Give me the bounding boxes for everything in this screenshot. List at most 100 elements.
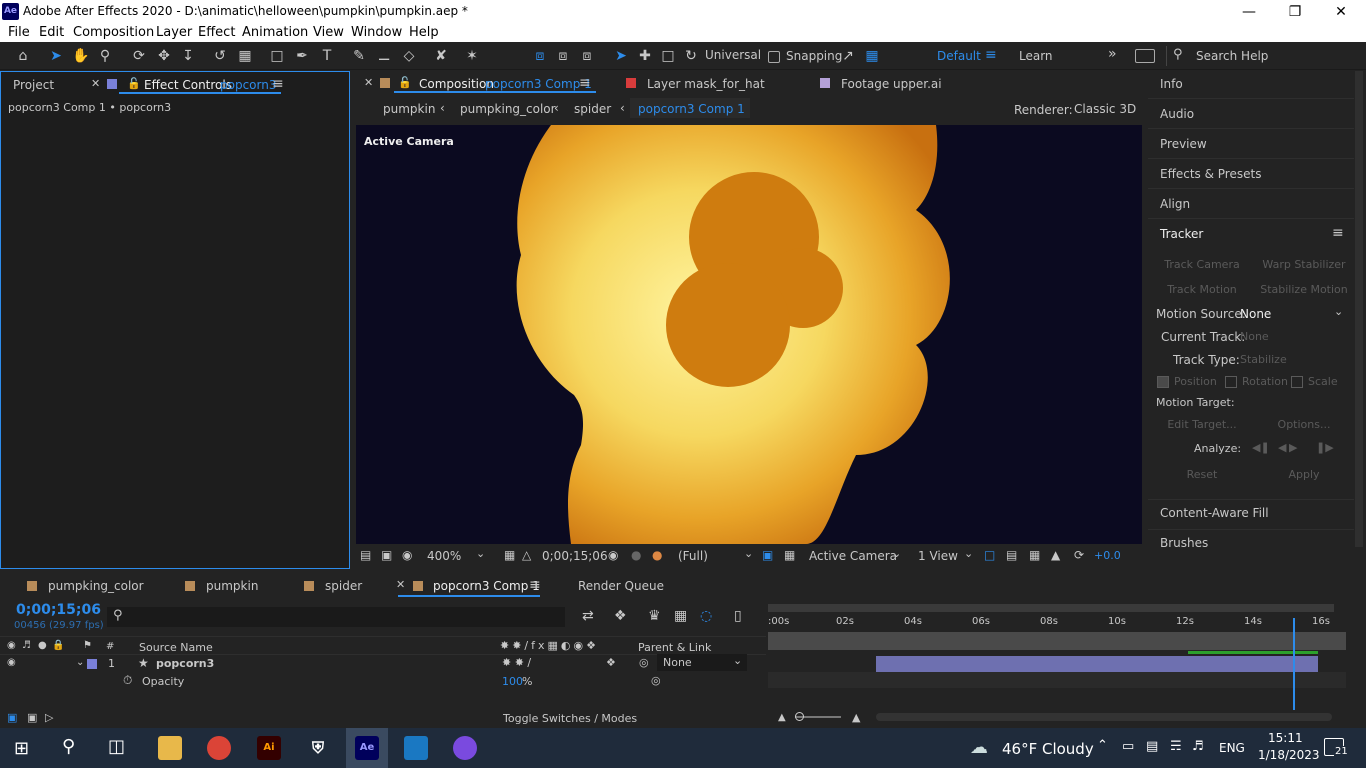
time-ruler[interactable] [768, 632, 1346, 650]
restore-button[interactable]: ❐ [1272, 2, 1318, 22]
resolution-select[interactable]: (Full) [678, 549, 708, 563]
nav-pumpkin[interactable]: pumpkin [383, 102, 435, 116]
section-preview[interactable]: Preview [1160, 137, 1207, 151]
app-window-icon[interactable] [404, 736, 428, 760]
dolly-camera-icon[interactable]: ↧ [179, 47, 197, 65]
network-icon[interactable]: ▤ [1146, 739, 1158, 754]
sync-settings-icon[interactable] [1135, 49, 1155, 63]
nav-pumpking-color[interactable]: pumpking_color [460, 102, 556, 116]
clock-date[interactable]: 1/18/2023 [1258, 748, 1320, 762]
toggle-pixel-icon[interactable]: □ [984, 548, 995, 562]
close-tab-icon[interactable]: ✕ [91, 77, 100, 90]
current-track-select[interactable]: None [1240, 330, 1269, 343]
property-pickwhip-icon[interactable]: ◎ [651, 674, 661, 687]
modes-pane-icon[interactable]: ▣ [27, 711, 37, 724]
opacity-value[interactable]: 100 [502, 675, 523, 688]
eraser-tool-icon[interactable]: ◇ [400, 47, 418, 65]
illustrator-icon[interactable]: Ai [257, 736, 281, 760]
right-panel-scrollbar[interactable] [1355, 71, 1363, 547]
snap-points-icon[interactable]: ▦ [863, 47, 881, 65]
menu-effect[interactable]: Effect [198, 25, 235, 40]
renderer-value[interactable]: Classic 3D [1074, 102, 1136, 116]
volume-icon[interactable]: ♬ [1192, 739, 1204, 754]
playhead[interactable] [1292, 618, 1295, 710]
tab-composition-name[interactable]: popcorn3 Comp 1 [485, 77, 592, 91]
chrome-icon[interactable] [207, 736, 231, 760]
zoom-tool-icon[interactable]: ⚲ [96, 47, 114, 65]
exposure-value[interactable]: +0.0 [1094, 549, 1121, 562]
security-shield-icon[interactable]: ⛨ [306, 736, 330, 760]
panel-menu-icon[interactable]: ≡ [529, 577, 541, 593]
eye-icon[interactable]: ◉ [7, 657, 16, 668]
viewer-timecode[interactable]: 0;00;15;06 [542, 549, 608, 563]
nav-popcorn3-comp[interactable]: popcorn3 Comp 1 [638, 102, 745, 116]
motion-source-select[interactable]: None [1240, 307, 1271, 321]
pickwhip-icon[interactable]: ◎ [639, 656, 649, 669]
hand-tool-icon[interactable]: ✋ [72, 47, 90, 65]
track-camera-button[interactable]: Track Camera [1154, 256, 1250, 274]
tab-popcorn3-comp[interactable]: popcorn3 Comp 1 [433, 579, 540, 593]
show-hidden-icons[interactable]: ⌃ [1097, 738, 1108, 753]
video-toggle-icon[interactable]: ◉ [7, 640, 16, 651]
menu-animation[interactable]: Animation [242, 25, 308, 40]
menu-edit[interactable]: Edit [39, 25, 64, 40]
parent-select[interactable]: None ⌄ [657, 654, 747, 671]
analyze-back-icon[interactable]: ◀ [1278, 441, 1286, 454]
layer-switches[interactable]: ✸ ✸ ∕ [502, 656, 531, 669]
panel-menu-icon[interactable]: ≡ [272, 76, 284, 92]
zoom-slider-handle[interactable] [795, 712, 804, 721]
reset-exposure-icon[interactable]: ⟳ [1074, 548, 1084, 562]
mask-visibility-icon[interactable]: ◉ [402, 548, 412, 562]
show-snapshot-icon[interactable]: ● [631, 548, 641, 562]
reset-button[interactable]: Reset [1154, 466, 1250, 484]
local-axis-icon[interactable]: ⧈ [531, 47, 549, 65]
rotate-gizmo-icon[interactable]: ↻ [682, 47, 700, 65]
pan-behind-icon[interactable]: ▦ [236, 47, 254, 65]
rotation-tool-icon[interactable]: ↺ [211, 47, 229, 65]
close-tab-icon[interactable]: ✕ [396, 578, 405, 591]
section-brushes[interactable]: Brushes [1160, 536, 1208, 550]
channel-icon[interactable]: ● [652, 548, 662, 562]
menu-layer[interactable]: Layer [156, 25, 192, 40]
windows-start-icon[interactable]: ⊞ [14, 738, 29, 759]
tab-render-queue[interactable]: Render Queue [578, 579, 664, 593]
timeline-scrollbar[interactable] [876, 713, 1332, 721]
always-preview-icon[interactable]: ▤ [360, 548, 371, 562]
tab-pumpkin[interactable]: pumpkin [206, 579, 258, 593]
layer-switches-pane-icon[interactable]: ▣ [7, 711, 17, 724]
rectangle-tool-icon[interactable]: □ [268, 47, 286, 65]
lock-column-icon[interactable]: 🔒 [52, 640, 64, 651]
zoom-select[interactable]: 400% [427, 549, 461, 563]
tab-project[interactable]: Project [13, 78, 54, 92]
wifi-icon[interactable]: ☴ [1170, 739, 1182, 754]
track-type-select[interactable]: Stabilize [1240, 353, 1287, 366]
battery-icon[interactable]: ▭ [1122, 739, 1134, 754]
orbit-camera-icon[interactable]: ⟳ [130, 47, 148, 65]
tab-layer[interactable]: Layer mask_for_hat [647, 77, 765, 91]
weather-text[interactable]: 46°F Cloudy [1002, 740, 1094, 758]
puppet-pin-icon[interactable]: ✶ [463, 47, 481, 65]
fast-preview-icon[interactable]: ▤ [1006, 548, 1017, 562]
3d-layer-icon[interactable]: ❖ [606, 656, 616, 669]
search-help-field[interactable]: ⚲ Search Help [1166, 46, 1366, 66]
language-indicator[interactable]: ENG [1219, 741, 1245, 755]
layer-label-color[interactable] [87, 659, 97, 669]
nav-spider[interactable]: spider [574, 102, 611, 116]
lock-icon[interactable]: 🔓 [398, 76, 412, 89]
in-out-pane-icon[interactable]: ▷ [45, 711, 53, 724]
section-content-aware-fill[interactable]: Content-Aware Fill [1160, 506, 1269, 520]
composition-canvas[interactable]: Active Camera [356, 125, 1142, 544]
views-select[interactable]: 1 View [918, 549, 958, 563]
graph-editor-icon[interactable]: ▯ [734, 608, 742, 624]
tab-spider[interactable]: spider [325, 579, 362, 593]
tab-footage[interactable]: Footage upper.ai [841, 77, 942, 91]
transform-gizmo-icon[interactable]: ➤ [612, 47, 630, 65]
home-icon[interactable]: ⌂ [14, 47, 32, 65]
clock-time[interactable]: 15:11 [1268, 731, 1303, 745]
brush-tool-icon[interactable]: ✎ [350, 47, 368, 65]
edit-target-button[interactable]: Edit Target... [1154, 416, 1250, 434]
close-tab-icon[interactable]: ✕ [364, 76, 373, 89]
task-view-icon[interactable]: ◫ [108, 736, 125, 757]
menu-file[interactable]: File [8, 25, 30, 40]
rotation-checkbox[interactable] [1225, 376, 1237, 388]
